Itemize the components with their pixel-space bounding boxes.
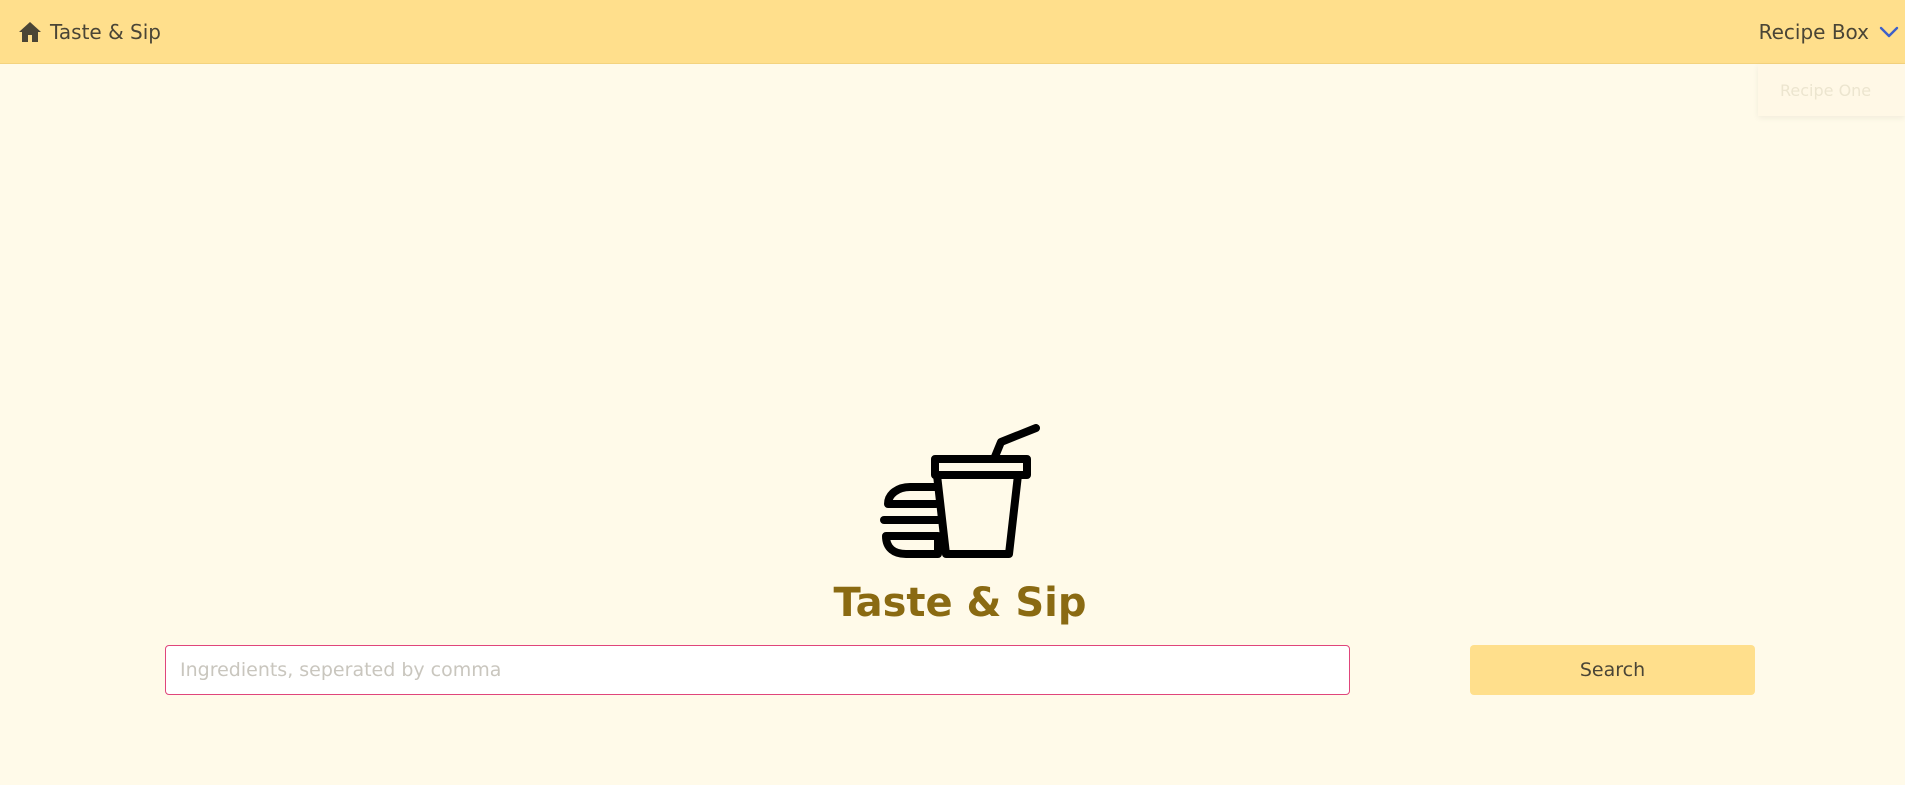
recipe-box-dropdown: Recipe One — [1758, 64, 1905, 116]
ingredients-search-input[interactable] — [165, 645, 1350, 695]
page-title: Taste & Sip — [833, 580, 1087, 626]
search-button[interactable]: Search — [1470, 645, 1755, 695]
brand-label: Taste & Sip — [50, 20, 161, 44]
recipe-box-menu-toggle[interactable]: Recipe Box — [1759, 0, 1905, 64]
burger-and-drink-icon — [878, 424, 1042, 564]
navbar: Taste & Sip Recipe Box — [0, 0, 1905, 64]
recipe-box-label: Recipe Box — [1758, 20, 1869, 44]
home-icon — [18, 21, 42, 43]
chevron-down-icon — [1879, 20, 1899, 44]
dropdown-item-recipe-one[interactable]: Recipe One — [1780, 81, 1871, 100]
home-link[interactable]: Taste & Sip — [18, 0, 161, 64]
